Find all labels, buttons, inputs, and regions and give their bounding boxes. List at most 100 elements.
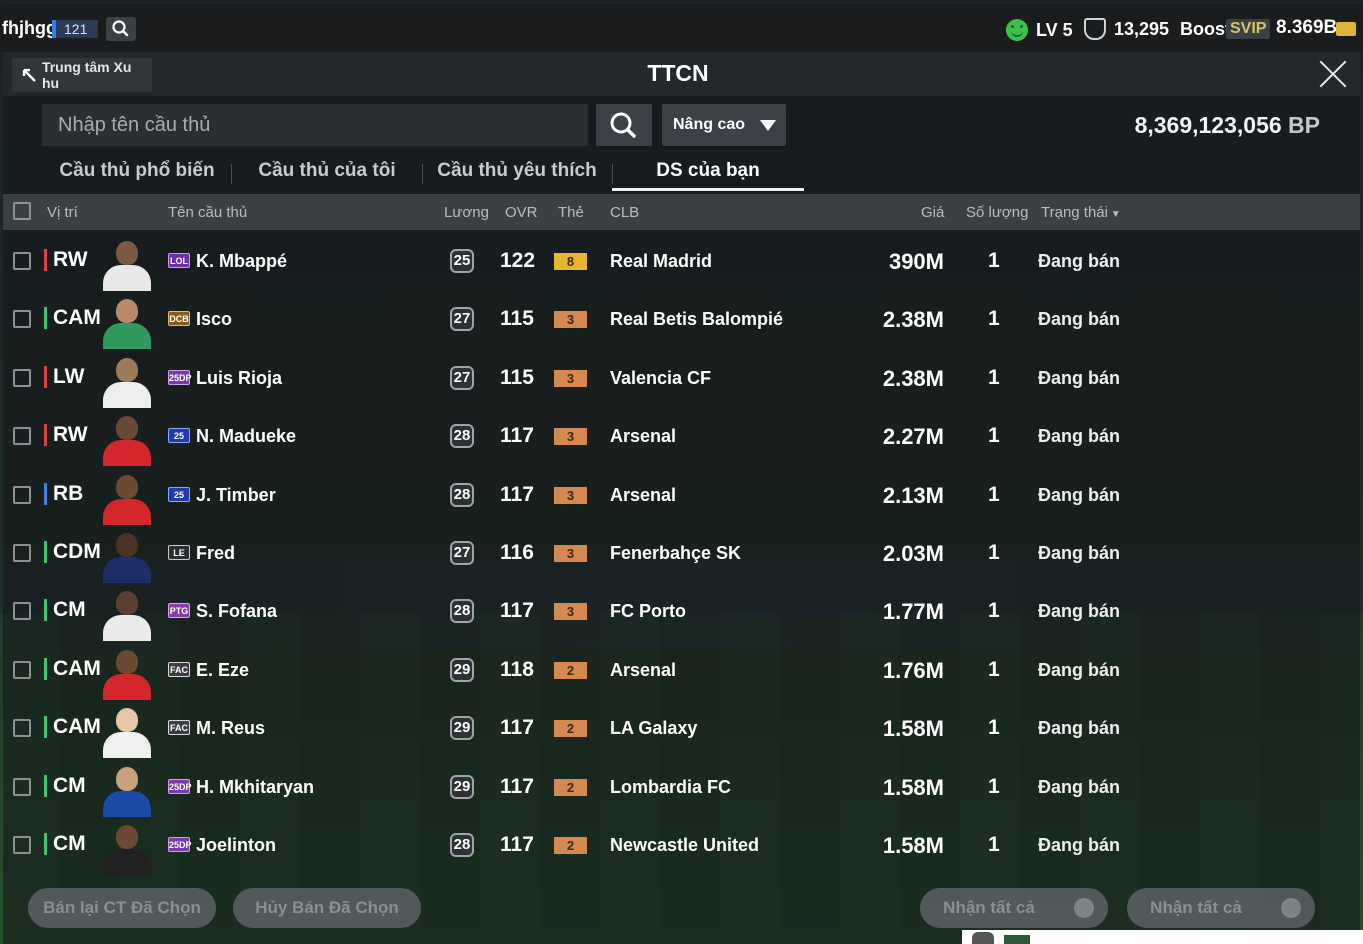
search-button[interactable] [596, 104, 652, 146]
player-search-input[interactable] [42, 104, 588, 146]
search-icon [112, 20, 129, 37]
season-badge: 25DP [168, 778, 192, 794]
sale-status: Đang bán [1038, 251, 1121, 271]
row-checkbox[interactable] [13, 485, 31, 504]
card-level-badge: 3 [554, 486, 587, 504]
table-header: Vị trí Tên cầu thủ Lương OVR Thẻ CLB Giá… [3, 194, 1360, 230]
player-name[interactable]: Fred [196, 543, 235, 564]
player-position: CM [44, 774, 86, 797]
table-row[interactable]: CAM DCB Isco 27 115 3 Real Betis Balompié 2.38M… [3, 291, 1360, 350]
player-name[interactable]: H. Mkhitaryan [196, 777, 314, 798]
top-search-button[interactable] [106, 17, 136, 41]
table-row[interactable]: LW 25DP Luis Rioja 27 115 3 Valencia CF 2.38M 1 Đ… [3, 350, 1360, 408]
col-club[interactable]: CLB [610, 204, 639, 221]
player-avatar [99, 702, 155, 759]
col-price[interactable]: Giá [921, 204, 944, 221]
season-badge: 25 [168, 486, 190, 502]
player-club: Real Madrid [610, 251, 713, 271]
claim-all-players-button[interactable]: Nhận tất cả [920, 888, 1108, 928]
player-name[interactable]: Joelinton [196, 835, 276, 856]
season-badge: 25DP [168, 837, 192, 852]
player-avatar [99, 644, 155, 700]
player-club: Valencia CF [610, 367, 712, 388]
player-position: CAM [44, 657, 101, 680]
player-name[interactable]: M. Reus [196, 718, 265, 739]
card-level-badge: 8 [554, 253, 587, 270]
sale-status: Đang bán [1038, 309, 1121, 330]
tab-favorite-players[interactable]: Cầu thủ yêu thích [424, 160, 610, 182]
table-row[interactable]: CAM FAC M. Reus 29 117 2 LA Galaxy 1.58M 1 Đang b… [3, 700, 1360, 759]
row-checkbox[interactable] [13, 252, 31, 270]
table-row[interactable]: RB 25 J. Timber 28 117 3 Arsenal 2.13M 1 Đang bán [3, 467, 1360, 525]
player-price: 1.77M [882, 599, 944, 625]
tab-divider [612, 164, 613, 184]
col-name[interactable]: Tên cầu thủ [168, 204, 247, 221]
player-position: CM [44, 599, 86, 622]
player-avatar [99, 761, 155, 817]
card-level-badge: 2 [554, 661, 587, 679]
season-badge: LE [168, 545, 190, 560]
col-status[interactable]: Trạng thái ▼ [1041, 204, 1121, 221]
player-position: CAM [44, 716, 101, 739]
player-club: Arsenal [610, 484, 677, 505]
svip-badge[interactable]: SVIP [1226, 19, 1271, 39]
trend-center-button[interactable]: Trung tâm Xu hu [12, 58, 152, 92]
level-indicator[interactable]: LV 5 [1006, 19, 1073, 41]
player-club: Real Betis Balompié [610, 309, 784, 330]
close-icon[interactable] [1318, 58, 1348, 88]
player-name[interactable]: N. Madueke [196, 426, 296, 447]
sale-status: Đang bán [1038, 776, 1121, 797]
player-name[interactable]: J. Timber [196, 485, 276, 506]
col-quantity[interactable]: Số lượng [966, 204, 1028, 221]
table-row[interactable]: CM PTG S. Fofana 28 117 3 FC Porto 1.77M 1 Đang b… [3, 583, 1360, 642]
row-checkbox[interactable] [13, 660, 31, 679]
col-ovr[interactable]: OVR [505, 204, 538, 221]
player-price: 1.58M [882, 716, 944, 742]
card-level-badge: 3 [554, 428, 587, 446]
player-avatar [99, 293, 155, 350]
player-position: RW [44, 424, 88, 447]
row-checkbox[interactable] [13, 544, 31, 562]
season-badge: DCB [168, 311, 190, 327]
resell-selected-button[interactable]: Bán lại CT Đã Chọn [28, 888, 216, 928]
player-quantity: 1 [988, 365, 1000, 389]
player-name[interactable]: K. Mbappé [196, 251, 287, 272]
col-card[interactable]: Thẻ [558, 204, 584, 221]
player-name[interactable]: Isco [196, 309, 232, 330]
row-checkbox[interactable] [13, 836, 31, 854]
row-checkbox[interactable] [13, 777, 31, 796]
select-all-checkbox[interactable] [13, 202, 31, 220]
player-position: CAM [44, 307, 101, 330]
row-checkbox[interactable] [13, 310, 31, 329]
row-checkbox[interactable] [13, 602, 31, 621]
claim-all-bp-button[interactable]: Nhận tất cả [1127, 888, 1315, 928]
player-name[interactable]: Luis Rioja [196, 368, 282, 389]
table-row[interactable]: RW LOL K. Mbappé 25 122 8 Real Madrid 390M 1 Đang… [3, 233, 1360, 291]
col-salary[interactable]: Lương [444, 204, 489, 221]
bp-coin-icon [1281, 898, 1301, 918]
tab-my-players[interactable]: Cầu thủ của tôi [234, 160, 420, 182]
col-position[interactable]: Vị trí [47, 204, 78, 221]
tab-popular-players[interactable]: Cầu thủ phổ biến [44, 160, 230, 182]
table-row[interactable]: CM 25DP H. Mkhitaryan 29 117 2 Lombardia FC 1.5… [3, 759, 1360, 817]
row-checkbox[interactable] [13, 427, 31, 446]
table-row[interactable]: CM 25DP Joelinton 28 117 2 Newcastle United 1.5… [3, 817, 1360, 875]
season-badge: FAC [168, 661, 190, 677]
salary-badge: 28 [450, 599, 474, 624]
row-checkbox[interactable] [13, 368, 31, 387]
table-row[interactable]: CAM FAC E. Eze 29 118 2 Arsenal 1.76M 1 Đang bán [3, 642, 1360, 700]
claim-all-players-label: Nhận tất cả [943, 898, 1035, 917]
player-name[interactable]: E. Eze [196, 660, 249, 681]
advanced-filter-dropdown[interactable]: Nâng cao [662, 104, 786, 146]
cancel-sale-selected-button[interactable]: Hủy Bán Đã Chọn [233, 888, 421, 928]
player-name[interactable]: S. Fofana [196, 601, 277, 622]
table-row[interactable]: CDM LE Fred 27 116 3 Fenerbahçe SK 2.03M 1 Đang b… [3, 525, 1360, 583]
row-checkbox[interactable] [13, 719, 31, 738]
boost-label[interactable]: Boost [1180, 19, 1231, 40]
salary-badge: 29 [450, 657, 474, 682]
player-price: 1.58M [882, 774, 944, 800]
tab-your-list[interactable]: DS của bạn [614, 160, 802, 182]
player-avatar [99, 585, 155, 642]
player-quantity: 1 [988, 424, 1000, 448]
table-row[interactable]: RW 25 N. Madueke 28 117 3 Arsenal 2.27M 1 Đang bá… [3, 408, 1360, 467]
